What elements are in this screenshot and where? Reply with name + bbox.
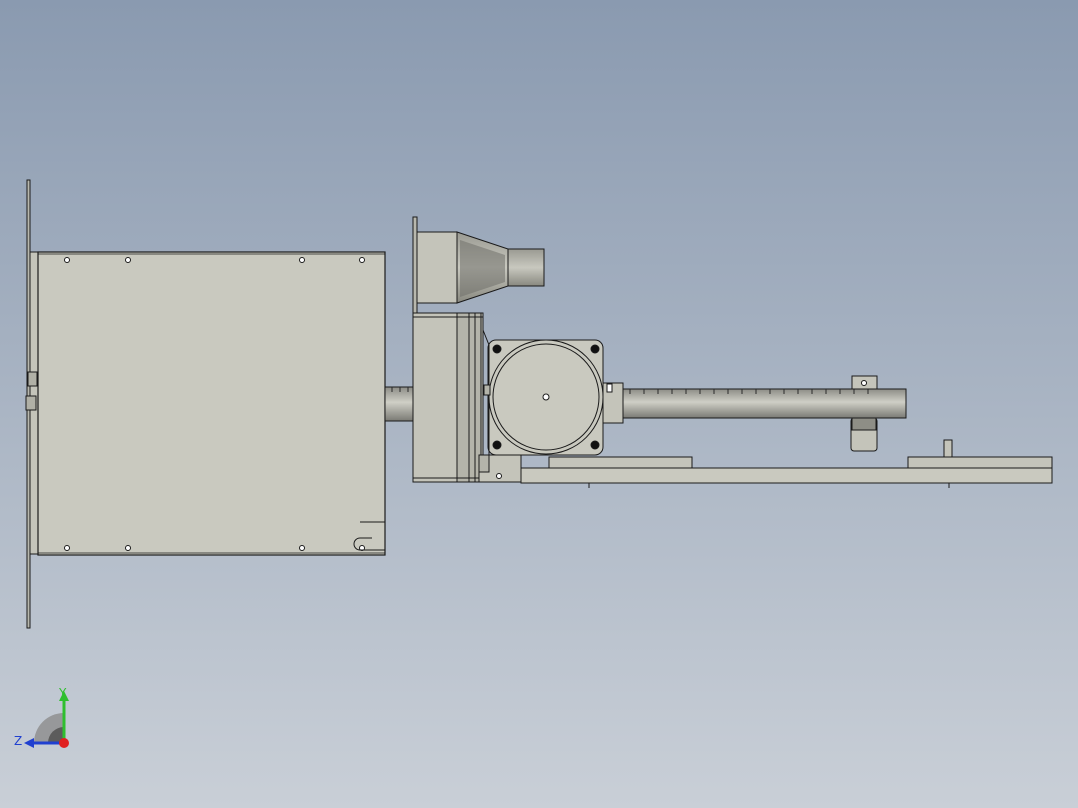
origin-icon — [59, 738, 69, 748]
y-axis-label: Y — [58, 686, 67, 700]
hopper[interactable] — [412, 216, 545, 314]
z-arrow-icon — [24, 738, 34, 748]
cad-viewport[interactable]: Y Z — [0, 0, 1078, 808]
gearbox-bracket — [482, 329, 491, 455]
gearbox-housing[interactable] — [412, 312, 484, 483]
left-shaft[interactable] — [384, 386, 416, 422]
assembly-model[interactable] — [0, 0, 1078, 808]
enclosure-box[interactable] — [37, 251, 386, 556]
z-axis-label: Z — [14, 734, 22, 748]
mounting-plate[interactable] — [25, 179, 39, 629]
orientation-triad[interactable]: Y Z — [10, 685, 80, 755]
motor[interactable] — [487, 339, 604, 456]
